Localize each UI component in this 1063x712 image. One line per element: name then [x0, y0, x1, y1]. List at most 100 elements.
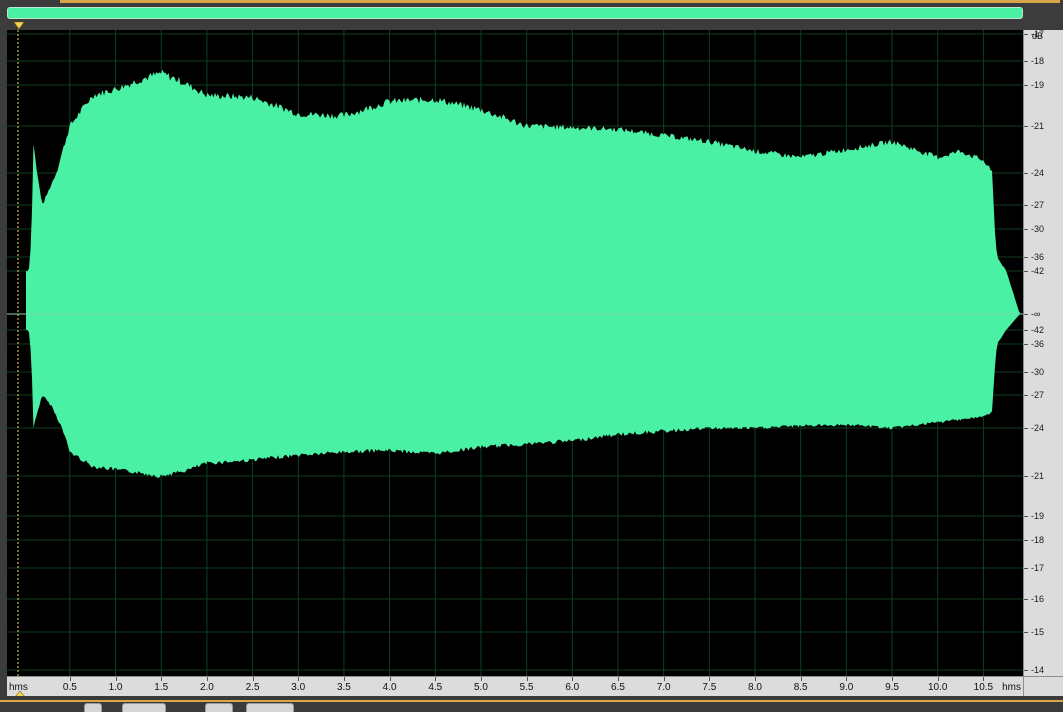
- time-tick: [435, 677, 437, 681]
- db-label-lower: -15: [1031, 627, 1045, 637]
- db-label-lower: -42: [1031, 325, 1045, 335]
- time-ruler[interactable]: hms hms 0.5 1.0 1.5 2.0 2.5 3.0 3.5 4.0 4.5 5.0 5.…: [7, 676, 1023, 697]
- time-label: 10.0: [927, 682, 948, 693]
- time-tick: [69, 677, 71, 681]
- time-label: 2.0: [199, 682, 214, 693]
- db-label-upper: -18: [1031, 56, 1045, 66]
- time-label: 8.0: [748, 682, 762, 693]
- time-tick: [846, 677, 848, 681]
- waveform-svg: [7, 30, 1023, 676]
- time-label: 6.0: [565, 682, 580, 693]
- time-tick: [709, 677, 711, 681]
- db-tick: [1024, 330, 1028, 331]
- time-tick: [663, 677, 665, 681]
- time-label: 0.5: [62, 682, 77, 693]
- time-label: 5.0: [473, 682, 488, 693]
- db-tick: [1024, 599, 1028, 600]
- time-label: 10.5: [973, 682, 994, 693]
- overview-waveform-bar[interactable]: [7, 7, 1023, 19]
- time-label: 9.5: [885, 682, 899, 693]
- db-tick: [1024, 271, 1028, 272]
- db-tick: [1024, 428, 1028, 429]
- db-label-lower: -18: [1031, 535, 1045, 545]
- time-label: 3.5: [336, 682, 351, 693]
- time-tick: [206, 677, 208, 681]
- db-label-lower: -21: [1031, 471, 1045, 481]
- time-label: 9.0: [839, 682, 854, 693]
- time-label: 3.0: [291, 682, 306, 693]
- db-tick: [1024, 476, 1028, 477]
- db-label-upper: -30: [1031, 224, 1045, 234]
- db-tick: [1024, 85, 1028, 86]
- time-label: 2.5: [245, 682, 260, 693]
- time-tick: [252, 677, 254, 681]
- db-tick: [1024, 540, 1028, 541]
- waveform-display[interactable]: [7, 30, 1023, 676]
- time-tick: [755, 677, 756, 681]
- time-label: 7.0: [656, 682, 671, 693]
- time-tick: [343, 677, 345, 681]
- overview-accent-line: [60, 0, 1060, 3]
- time-tick: [389, 677, 391, 681]
- db-label-lower: -30: [1031, 367, 1045, 377]
- toolbar-tab[interactable]: [246, 703, 294, 712]
- overview-panel: [0, 0, 1063, 30]
- time-tick: [480, 677, 482, 681]
- time-label: 1.0: [108, 682, 123, 693]
- db-tick: [1024, 126, 1028, 127]
- db-label-upper: -27: [1031, 200, 1045, 210]
- db-tick: [1024, 568, 1028, 569]
- time-tick: [983, 677, 985, 681]
- time-tick: [937, 677, 939, 681]
- time-tick: [526, 677, 528, 681]
- db-label-lower: -16: [1031, 594, 1045, 604]
- time-tick: [298, 677, 300, 681]
- db-tick: [1024, 395, 1028, 396]
- db-label-lower: -17: [1031, 563, 1045, 573]
- db-tick: [1024, 344, 1028, 345]
- bottom-toolbar-strip: [0, 696, 1063, 712]
- db-tick: [1024, 229, 1028, 230]
- bottom-accent-line: [0, 700, 1063, 702]
- time-tick: [572, 677, 574, 681]
- db-label-lower: -14: [1031, 665, 1045, 675]
- toolbar-tab[interactable]: [122, 703, 166, 712]
- time-label: 8.5: [793, 682, 808, 693]
- db-tick: [1024, 257, 1028, 258]
- db-tick: [1024, 670, 1028, 671]
- db-label-lower: -27: [1031, 390, 1045, 400]
- time-tick: [892, 677, 894, 681]
- toolbar-tab[interactable]: [84, 703, 102, 712]
- time-tick: [800, 677, 802, 681]
- time-label: 4.5: [428, 682, 443, 693]
- db-label-upper: -17: [1031, 29, 1045, 39]
- ruler-corner: [1023, 676, 1063, 696]
- db-tick: [1024, 205, 1028, 206]
- db-label-lower: -24: [1031, 423, 1045, 433]
- db-label-upper: -24: [1031, 168, 1045, 178]
- triangle-down-marker-icon[interactable]: [14, 22, 24, 30]
- db-tick: [1024, 632, 1028, 633]
- time-label: 6.5: [611, 682, 625, 693]
- toolbar-tab[interactable]: [205, 703, 233, 712]
- db-tick: [1024, 516, 1028, 517]
- time-label: 4.0: [382, 682, 397, 693]
- time-unit-right-label: hms: [1002, 682, 1021, 693]
- db-label-lower: -19: [1031, 511, 1045, 521]
- db-label-center: -∞: [1031, 309, 1041, 319]
- db-tick: [1024, 34, 1028, 35]
- db-label-upper: -21: [1031, 121, 1045, 131]
- db-label-upper: -36: [1031, 252, 1045, 262]
- db-tick: [1024, 61, 1028, 62]
- db-ruler: dB -17 -18 -19 -21 -24 -27 -30 -36 -42 -∞ -42 -36 -3…: [1023, 29, 1063, 676]
- time-label: 7.5: [702, 682, 717, 693]
- db-tick: [1024, 173, 1028, 174]
- db-tick: [1024, 314, 1028, 315]
- time-tick: [161, 677, 163, 681]
- db-label-upper: -19: [1031, 80, 1045, 90]
- db-label-upper: -42: [1031, 266, 1045, 276]
- time-label: 1.5: [154, 682, 169, 693]
- db-label-lower: -36: [1031, 339, 1045, 349]
- db-tick: [1024, 372, 1028, 373]
- time-tick: [617, 677, 619, 681]
